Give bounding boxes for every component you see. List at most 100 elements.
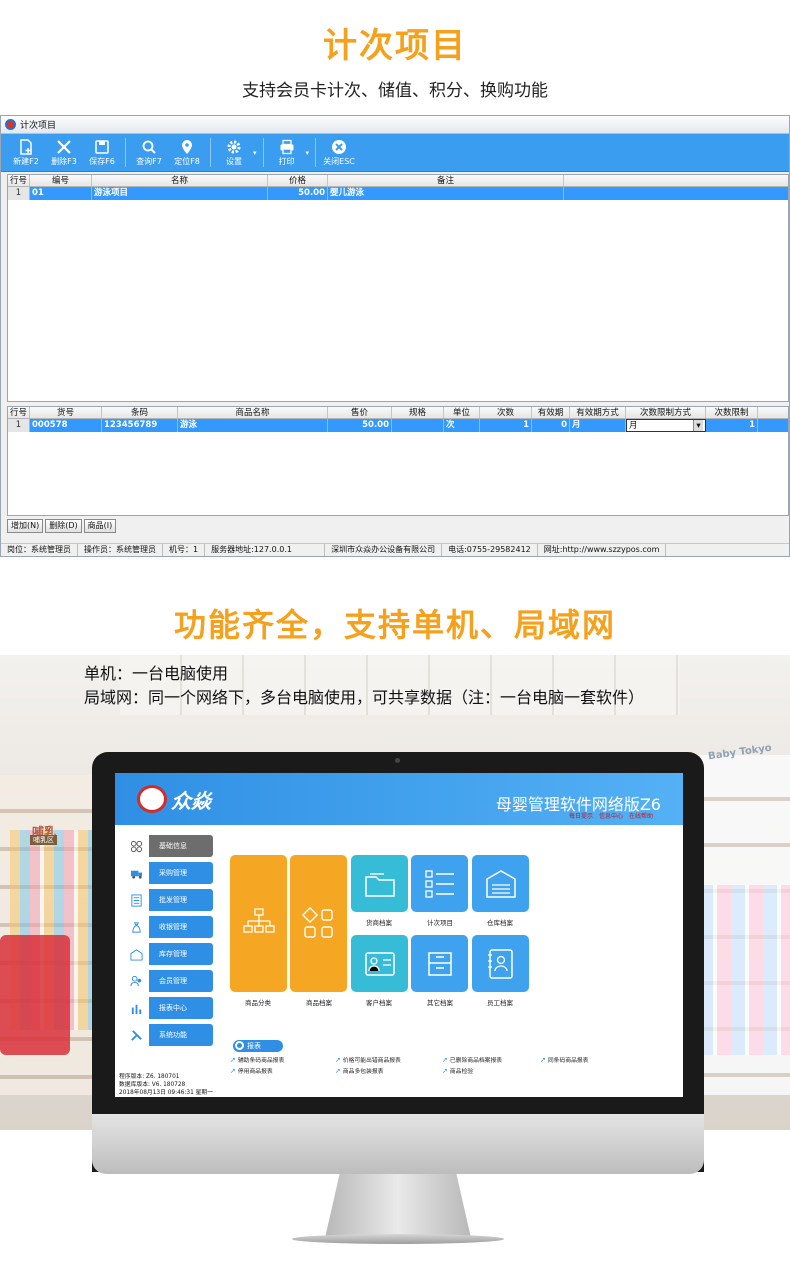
- table-row[interactable]: 1 000578 123456789 游泳 50.00 次 1 0 月 月 ▾ …: [8, 419, 788, 432]
- col-header-unit[interactable]: 单位: [444, 407, 480, 418]
- col-header-sale-price[interactable]: 售价: [328, 407, 392, 418]
- limit-mode-select[interactable]: 月 ▾: [626, 419, 706, 432]
- print-button[interactable]: 打印: [268, 134, 306, 171]
- save-button[interactable]: 保存F6: [83, 134, 121, 171]
- col-header-name[interactable]: 名称: [92, 175, 268, 186]
- new-doc-icon: [20, 138, 32, 155]
- sidebar-item-members[interactable]: 会员管理: [123, 970, 213, 992]
- remove-button[interactable]: 删除(D): [45, 519, 82, 533]
- sidebar-item-wholesale[interactable]: 批发管理: [123, 889, 213, 911]
- sidebar-item-system[interactable]: 系统功能: [123, 1024, 213, 1046]
- col-header-code[interactable]: 编号: [30, 175, 92, 186]
- tile-label: 员工档案: [487, 999, 513, 1007]
- add-button[interactable]: 增加(N): [7, 519, 44, 533]
- report-link[interactable]: 商品检验: [442, 1066, 473, 1075]
- row-number: 1: [8, 419, 30, 432]
- squares-icon: [301, 906, 333, 938]
- blocks-icon: [123, 835, 149, 857]
- sidebar-item-inventory[interactable]: 库存管理: [123, 943, 213, 965]
- cell-product-name[interactable]: 游泳: [178, 419, 328, 432]
- cell-price[interactable]: 50.00: [268, 187, 328, 200]
- logo-emblem-icon: [137, 785, 167, 813]
- tile-counting-project[interactable]: [411, 855, 468, 912]
- col-header-valid-mode[interactable]: 有效期方式: [570, 407, 626, 418]
- sidebar-item-reports[interactable]: 报表中心: [123, 997, 213, 1019]
- report-link[interactable]: 辅助条码商品报表: [230, 1055, 284, 1064]
- close-circle-icon: [332, 139, 347, 154]
- cell-name[interactable]: 游泳项目: [92, 187, 268, 200]
- col-header-valid[interactable]: 有效期: [532, 407, 570, 418]
- new-button[interactable]: 新建F2: [7, 134, 45, 171]
- sidebar-item-label: 库存管理: [149, 943, 213, 965]
- col-header-sku[interactable]: 货号: [30, 407, 102, 418]
- shopping-basket: [0, 935, 70, 1055]
- cell-code[interactable]: 01: [30, 187, 92, 200]
- sidebar-item-basic-info[interactable]: 基础信息: [123, 835, 213, 857]
- table-row[interactable]: 1 01 游泳项目 50.00 婴儿游泳: [8, 187, 788, 200]
- col-header-row[interactable]: 行号: [8, 175, 30, 186]
- desc-standalone: 单机：一台电脑使用: [84, 664, 229, 683]
- col-header-price[interactable]: 价格: [268, 175, 328, 186]
- cell-note[interactable]: 婴儿游泳: [328, 187, 564, 200]
- col-header-limit[interactable]: 次数限制: [706, 407, 758, 418]
- link-online-help[interactable]: 在线帮助: [629, 811, 653, 820]
- product-button[interactable]: 商品(I): [83, 519, 117, 533]
- delete-button[interactable]: 删除F3: [45, 134, 83, 171]
- limit-mode-value: 月: [629, 421, 638, 431]
- location-pin-icon: [182, 139, 192, 154]
- close-button[interactable]: 关闭ESC: [320, 134, 358, 171]
- tile-warehouse-archive[interactable]: [472, 855, 529, 912]
- sidebar-item-purchase[interactable]: 采购管理: [123, 862, 213, 884]
- col-header-barcode[interactable]: 条码: [102, 407, 178, 418]
- search-icon: [235, 1041, 244, 1050]
- tile-product-archive[interactable]: [290, 855, 347, 992]
- settings-dropdown-icon[interactable]: ▾: [253, 149, 257, 157]
- gear-icon: [227, 140, 241, 153]
- cell-sale-price[interactable]: 50.00: [328, 419, 392, 432]
- print-dropdown-icon[interactable]: ▾: [306, 149, 310, 157]
- save-button-label: 保存F6: [89, 156, 115, 166]
- report-link[interactable]: 停用商品报表: [230, 1066, 273, 1075]
- cell-sku[interactable]: 000578: [30, 419, 102, 432]
- monitor-chin: [92, 1114, 704, 1174]
- tile-supplier-archive[interactable]: [351, 855, 408, 912]
- query-button[interactable]: 查询F7: [130, 134, 168, 171]
- tile-employee-archive[interactable]: [472, 935, 529, 992]
- grid-button-bar: 增加(N) 删除(D) 商品(I): [7, 519, 117, 533]
- cell-valid[interactable]: 0: [532, 419, 570, 432]
- locate-button[interactable]: 定位F8: [168, 134, 206, 171]
- cell-valid-mode[interactable]: 月: [570, 419, 626, 432]
- report-link[interactable]: 商品多包装报表: [335, 1066, 384, 1075]
- warehouse-icon: [485, 869, 516, 898]
- link-info-center[interactable]: 信息中心: [599, 811, 623, 820]
- col-header-row[interactable]: 行号: [8, 407, 30, 418]
- chevron-down-icon[interactable]: ▾: [693, 420, 703, 431]
- goods-grid-header: 行号 货号 条码 商品名称 售价 规格 单位 次数 有效期 有效期方式 次数限制…: [8, 407, 788, 419]
- settings-button[interactable]: 设置: [215, 134, 253, 171]
- col-header-spec[interactable]: 规格: [392, 407, 444, 418]
- cell-unit[interactable]: 次: [444, 419, 480, 432]
- sidebar-item-cashier[interactable]: 收银管理: [123, 916, 213, 938]
- store-sign-left-small: 哺乳区: [30, 835, 57, 845]
- report-link[interactable]: 同条码商品报表: [540, 1055, 589, 1064]
- report-link[interactable]: 价格可能出错商品报表: [335, 1055, 401, 1064]
- query-button-label: 查询F7: [136, 156, 162, 166]
- tile-other-archive[interactable]: [411, 935, 468, 992]
- col-header-count[interactable]: 次数: [480, 407, 532, 418]
- tile-customer-archive[interactable]: [351, 935, 408, 992]
- sidebar-item-label: 采购管理: [149, 862, 213, 884]
- cell-spec[interactable]: [392, 419, 444, 432]
- close-button-label: 关闭ESC: [323, 156, 355, 166]
- cell-barcode[interactable]: 123456789: [102, 419, 178, 432]
- col-header-limit-mode[interactable]: 次数限制方式: [626, 407, 706, 418]
- link-daily-tips[interactable]: 每日提示: [569, 811, 593, 820]
- tile-product-category[interactable]: [230, 855, 287, 992]
- col-header-note[interactable]: 备注: [328, 175, 564, 186]
- cell-count[interactable]: 1: [480, 419, 532, 432]
- drawer-icon: [427, 951, 452, 976]
- col-header-product-name[interactable]: 商品名称: [178, 407, 328, 418]
- cell-limit[interactable]: 1: [706, 419, 758, 432]
- toolbar-separator: [210, 138, 211, 167]
- report-link[interactable]: 已删除商品档案报表: [442, 1055, 502, 1064]
- project-grid-header: 行号 编号 名称 价格 备注: [8, 175, 788, 187]
